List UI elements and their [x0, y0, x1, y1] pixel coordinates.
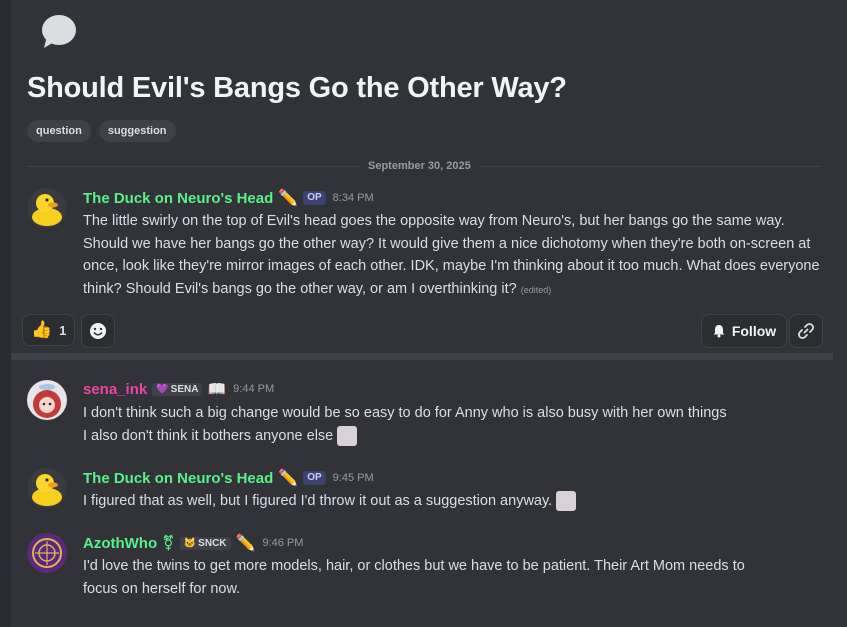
message-body: The little swirly on the top of Evil's h…: [83, 210, 823, 301]
message-time: 9:46 PM: [262, 537, 304, 549]
message-line: I don't think such a big change would be…: [83, 405, 727, 421]
role-tag: 💜 SENA: [152, 382, 203, 396]
add-reaction-button[interactable]: [81, 314, 116, 348]
message-line-with-emoji: I figured that as well, but I figured I'…: [83, 490, 823, 513]
message-line: I also don't think it bothers anyone els…: [83, 427, 334, 444]
tag-question[interactable]: question: [27, 120, 91, 142]
follow-button[interactable]: Follow: [701, 314, 787, 348]
reaction-thumbs-up[interactable]: 👍 1: [22, 314, 76, 346]
thread-separator: [11, 353, 833, 360]
op-badge: OP: [303, 191, 326, 205]
follow-label: Follow: [731, 323, 777, 339]
pencil-emoji-icon: ✏️: [235, 535, 256, 552]
message-line: I'd love the twins to get more models, h…: [83, 558, 745, 574]
message-time: 9:44 PM: [233, 383, 275, 395]
message-time: 8:34 PM: [332, 192, 374, 204]
author-name[interactable]: The Duck on Neuro's Head: [83, 470, 273, 487]
author-name[interactable]: sena_ink: [83, 381, 147, 398]
edited-label: (edited): [520, 284, 552, 295]
avatar-duck[interactable]: [27, 468, 67, 508]
purple-heart-icon: 💜: [156, 383, 169, 395]
pencil-emoji-icon: ✏️: [278, 470, 299, 487]
role-tag-label: SNCK: [198, 537, 227, 549]
avatar-duck[interactable]: [27, 188, 67, 228]
avatar-azoth[interactable]: [27, 533, 67, 573]
message-text: The little swirly on the top of Evil's h…: [83, 213, 820, 297]
role-tag-label: SENA: [170, 383, 199, 395]
op-badge: OP: [303, 471, 326, 485]
thread-title: Should Evil's Bangs Go the Other Way?: [27, 72, 567, 104]
bell-icon: [713, 325, 725, 338]
reaction-bar: 👍 1: [22, 314, 116, 348]
message-header: sena_ink 💜 SENA 📖 9:44 PM: [83, 380, 275, 399]
message-line-with-emoji: I also don't think it bothers anyone els…: [83, 425, 823, 448]
message-line: I figured that as well, but I figured I'…: [83, 493, 553, 509]
thumbs-up-emoji-icon: 👍: [31, 320, 53, 339]
message-header: The Duck on Neuro's Head ✏️ OP 9:45 PM: [83, 468, 374, 488]
thread-bubble-icon: [40, 14, 78, 50]
tag-suggestion[interactable]: suggestion: [98, 120, 176, 142]
transgender-symbol-icon: ⚧: [162, 535, 175, 552]
cat-face-icon: 🐱: [183, 537, 197, 549]
message-body: I'd love the twins to get more models, h…: [83, 555, 823, 600]
avatar-sena[interactable]: [27, 380, 67, 420]
copy-link-button[interactable]: [789, 314, 823, 348]
author-name[interactable]: AzothWho: [83, 535, 157, 552]
message-line: focus on herself for now.: [83, 580, 241, 597]
thread-tags: question suggestion: [27, 120, 176, 142]
smiley-add-icon: [90, 323, 107, 339]
message-body: I figured that as well, but I figured I'…: [83, 490, 823, 513]
left-panel-edge: [0, 0, 11, 627]
message-header: AzothWho ⚧ 🐱 SNCK ✏️ 9:46 PM: [83, 533, 303, 553]
custom-emoji-icon: [337, 425, 358, 446]
pencil-emoji-icon: ✏️: [278, 190, 299, 207]
custom-emoji-icon: [556, 491, 577, 512]
message-header: The Duck on Neuro's Head ✏️ OP 8:34 PM: [83, 188, 374, 208]
message-time: 9:45 PM: [332, 472, 374, 484]
message-body: I don't think such a big change would be…: [83, 402, 823, 447]
author-name[interactable]: The Duck on Neuro's Head: [83, 190, 273, 207]
role-tag: 🐱 SNCK: [179, 536, 231, 550]
link-icon: [798, 323, 814, 339]
book-emoji-icon: 📖: [207, 381, 227, 398]
date-divider-label: September 30, 2025: [360, 160, 479, 172]
reaction-count: 1: [59, 322, 67, 338]
